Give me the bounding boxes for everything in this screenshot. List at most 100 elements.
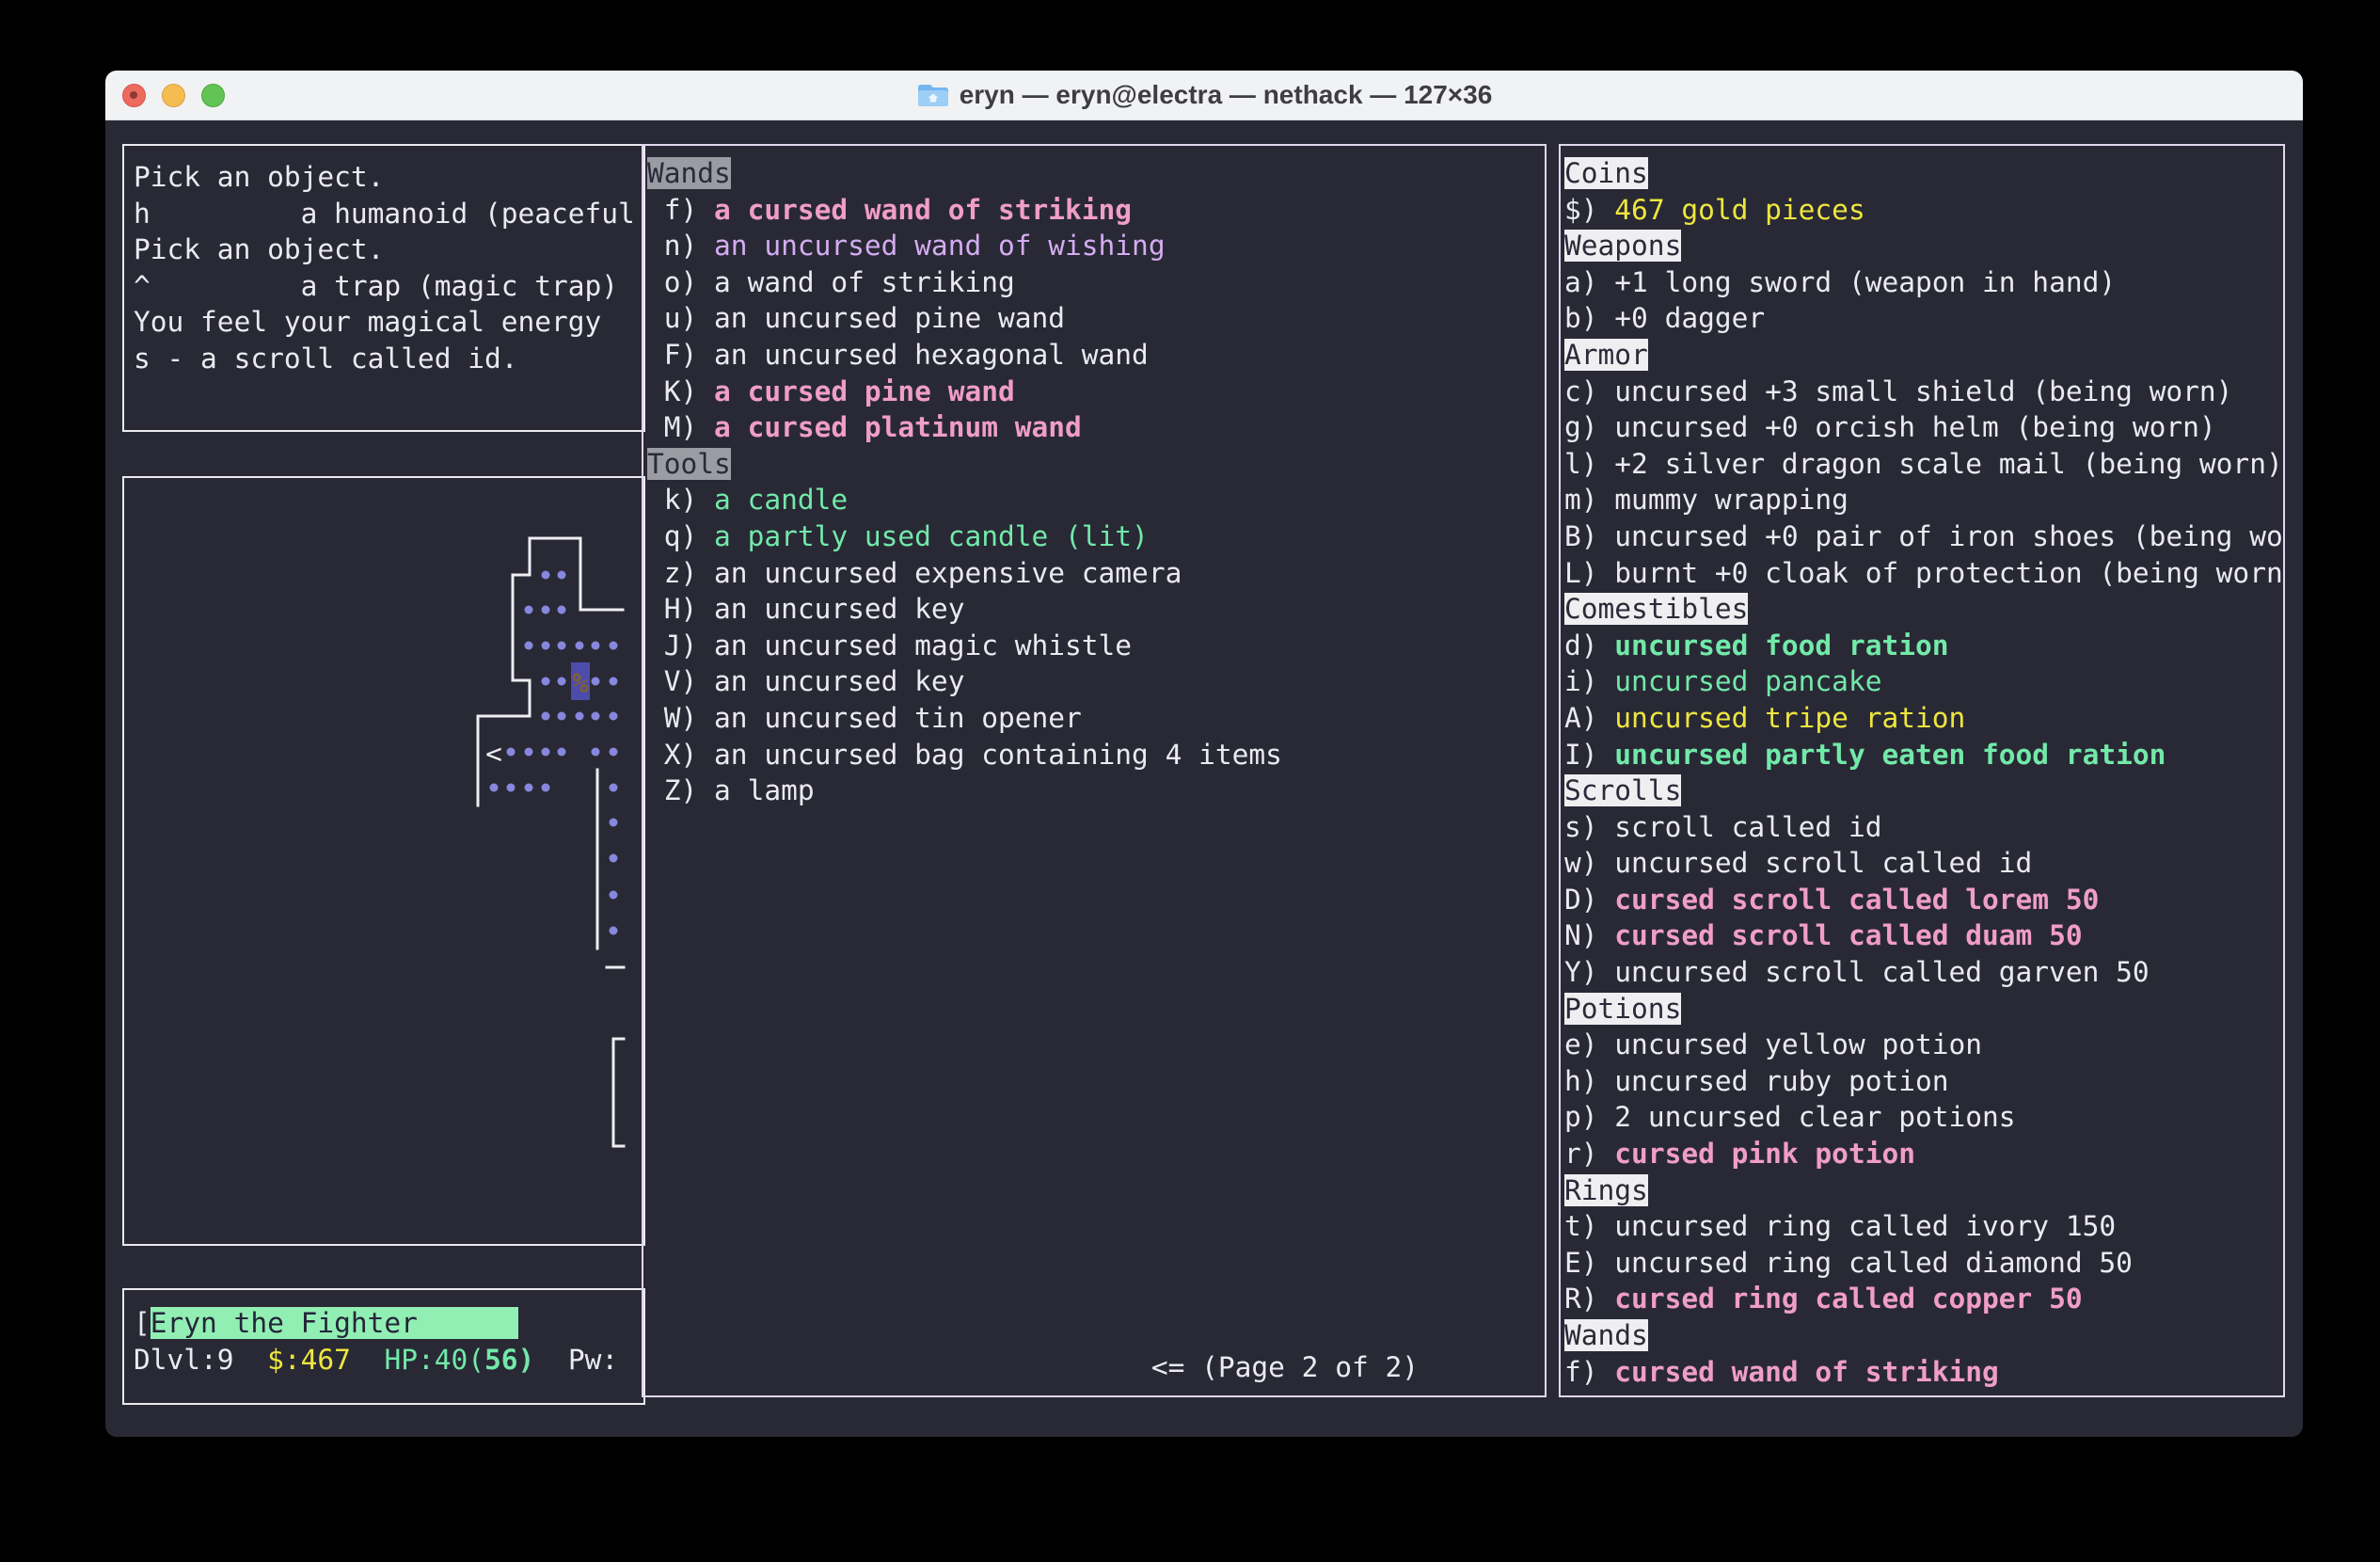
floor-dot <box>576 642 584 650</box>
page-indicator: <= (Page 2 of 2) <box>1151 1349 1419 1386</box>
menu-item-k[interactable]: k) a candle <box>647 484 848 516</box>
floor-dot <box>507 748 516 757</box>
menu-item-E[interactable]: E) uncursed ring called diamond 50 <box>1564 1247 2133 1279</box>
menu-item-Z[interactable]: Z) a lamp <box>647 774 815 806</box>
menu-item-W[interactable]: W) an uncursed tin opener <box>647 702 1082 734</box>
folder-icon <box>916 82 950 108</box>
menu-header: Armor <box>1564 339 1648 371</box>
menu-item-u[interactable]: u) an uncursed pine wand <box>647 302 1065 334</box>
menu-item-z[interactable]: z) an uncursed expensive camera <box>647 557 1182 589</box>
menu-item-H[interactable]: H) an uncursed key <box>647 593 964 625</box>
traffic-lights <box>122 71 225 120</box>
floor-dot <box>542 712 550 721</box>
menu-item-p[interactable]: p) 2 uncursed clear potions <box>1564 1101 2016 1133</box>
floor-dot <box>592 712 600 721</box>
minimize-button[interactable] <box>162 84 185 107</box>
floor-dot <box>558 606 566 614</box>
menu-item-V[interactable]: V) an uncursed key <box>647 665 964 697</box>
floor-dot <box>558 571 566 580</box>
floor-dot <box>610 677 618 686</box>
floor-dot <box>525 784 533 792</box>
menu-header: Potions <box>1564 993 1681 1025</box>
menu-header: Weapons <box>1564 230 1681 262</box>
menu-items-page2: Wands f) a cursed wand of striking n) an… <box>643 146 1545 809</box>
menu-item-J[interactable]: J) an uncursed magic whistle <box>647 630 1132 661</box>
menu-item-L[interactable]: L) burnt +0 cloak of protection (being w… <box>1564 557 2283 589</box>
floor-dot <box>610 927 618 935</box>
floor-dot <box>542 677 550 686</box>
menu-item-d[interactable]: d) uncursed food ration <box>1564 630 1949 661</box>
floor-dot <box>542 571 550 580</box>
menu-item-t[interactable]: t) uncursed ring called ivory 150 <box>1564 1210 2116 1242</box>
map-window: %< <box>122 476 645 1246</box>
floor-dot <box>558 642 566 650</box>
floor-dot <box>592 748 600 757</box>
dungeon-map: %< <box>124 478 643 1244</box>
floor-dot <box>525 748 533 757</box>
menu-item-h[interactable]: h) uncursed ruby potion <box>1564 1065 1949 1097</box>
floor-dot <box>610 854 618 863</box>
titlebar[interactable]: eryn — eryn@electra — nethack — 127×36 <box>105 71 2303 120</box>
menu-item-$[interactable]: $) 467 gold pieces <box>1564 194 1865 226</box>
floor-dot <box>610 784 618 792</box>
stairs-up-glyph: < <box>485 738 502 770</box>
terminal-screen[interactable]: Pick an object. h a humanoid (peaceful P… <box>105 120 2303 1437</box>
message-window: Pick an object. h a humanoid (peaceful P… <box>122 144 645 432</box>
menu-item-A[interactable]: A) uncursed tripe ration <box>1564 702 1965 734</box>
floor-dot <box>525 642 533 650</box>
menu-item-I[interactable]: I) uncursed partly eaten food ration <box>1564 739 2166 771</box>
menu-item-a[interactable]: a) +1 long sword (weapon in hand) <box>1564 266 2116 298</box>
menu-item-R[interactable]: R) cursed ring called copper 50 <box>1564 1283 2083 1315</box>
menu-item-c[interactable]: c) uncursed +3 small shield (being worn) <box>1564 375 2232 407</box>
window-title: eryn — eryn@electra — nethack — 127×36 <box>960 82 1493 108</box>
floor-dot <box>542 784 550 792</box>
floor-dot <box>558 677 566 686</box>
menu-item-g[interactable]: g) uncursed +0 orcish helm (being worn) <box>1564 411 2216 443</box>
menu-item-K[interactable]: K) a cursed pine wand <box>647 375 1015 407</box>
inventory-menu-page2: Wands f) a cursed wand of striking n) an… <box>642 144 1547 1397</box>
hero-name-badge: Eryn the Fighter <box>151 1307 518 1339</box>
menu-item-f[interactable]: f) a cursed wand of striking <box>647 194 1132 226</box>
menu-item-s[interactable]: s) scroll called id <box>1564 811 1881 843</box>
status-window: [Eryn the Fighter Dlvl:9 $:467 HP:40(56)… <box>122 1288 645 1405</box>
menu-item-r[interactable]: r) cursed pink potion <box>1564 1138 1915 1170</box>
menu-item-n[interactable]: n) an uncursed wand of wishing <box>647 230 1166 262</box>
menu-items-full: Coins $) 467 gold pieces Weapons a) +1 l… <box>1561 146 2283 1390</box>
menu-item-e[interactable]: e) uncursed yellow potion <box>1564 1028 1982 1060</box>
map-wall <box>613 1039 624 1146</box>
floor-dot <box>525 606 533 614</box>
floor-dot <box>592 642 600 650</box>
menu-item-B[interactable]: B) uncursed +0 pair of iron shoes (being… <box>1564 520 2283 552</box>
menu-item-M[interactable]: M) a cursed platinum wand <box>647 411 1082 443</box>
menu-item-w[interactable]: w) uncursed scroll called id <box>1564 847 2032 879</box>
floor-dot <box>592 677 600 686</box>
floor-dot <box>542 748 550 757</box>
floor-dot <box>542 606 550 614</box>
floor-dot <box>610 748 618 757</box>
floor-dot <box>610 819 618 827</box>
menu-item-i[interactable]: i) uncursed pancake <box>1564 665 1881 697</box>
menu-item-q[interactable]: q) a partly used candle (lit) <box>647 520 1149 552</box>
menu-header: Wands <box>1564 1319 1648 1351</box>
menu-item-F[interactable]: F) an uncursed hexagonal wand <box>647 339 1149 371</box>
close-button[interactable] <box>122 84 146 107</box>
terminal-window: eryn — eryn@electra — nethack — 127×36 P… <box>105 71 2303 1437</box>
menu-item-o[interactable]: o) a wand of striking <box>647 266 1015 298</box>
floor-dot <box>610 891 618 900</box>
zoom-button[interactable] <box>201 84 225 107</box>
menu-header: Tools <box>647 448 731 480</box>
floor-dot <box>490 784 499 792</box>
menu-item-l[interactable]: l) +2 silver dragon scale mail (being wo… <box>1564 448 2283 480</box>
status-lines: [Eryn the Fighter Dlvl:9 $:467 HP:40(56)… <box>124 1290 643 1378</box>
menu-item-Y[interactable]: Y) uncursed scroll called garven 50 <box>1564 956 2150 988</box>
menu-item-b[interactable]: b) +0 dagger <box>1564 302 1765 334</box>
menu-item-f[interactable]: f) cursed wand of striking <box>1564 1356 1999 1388</box>
floor-dot <box>558 712 566 721</box>
menu-item-D[interactable]: D) cursed scroll called lorem 50 <box>1564 884 2099 916</box>
menu-item-m[interactable]: m) mummy wrapping <box>1564 484 1848 516</box>
menu-header: Coins <box>1564 157 1648 189</box>
menu-header: Wands <box>647 157 731 189</box>
menu-item-X[interactable]: X) an uncursed bag containing 4 items <box>647 739 1282 771</box>
menu-item-N[interactable]: N) cursed scroll called duam 50 <box>1564 919 2083 951</box>
floor-dot <box>558 748 566 757</box>
